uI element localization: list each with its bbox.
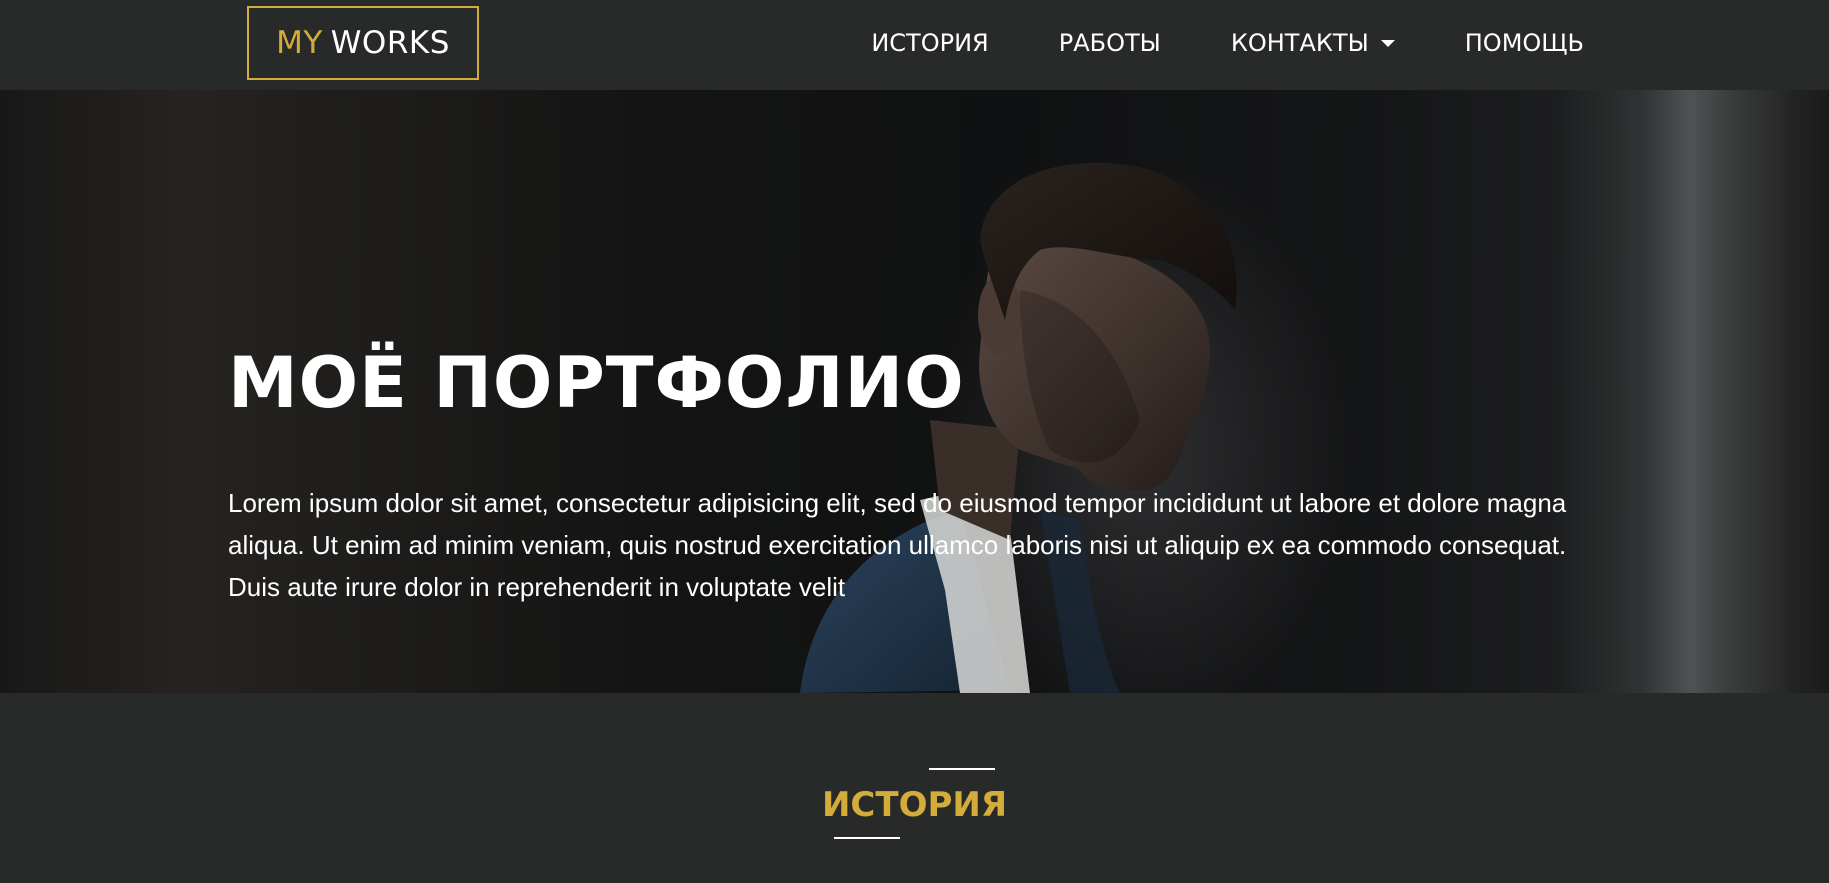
nav-item-help[interactable]: ПОМОЩЬ (1465, 29, 1584, 57)
section-title: ИСТОРИЯ (821, 785, 1008, 825)
logo[interactable]: MY WORKS (247, 6, 479, 80)
nav-menu: ИСТОРИЯ РАБОТЫ КОНТАКТЫ ПОМОЩЬ (871, 0, 1584, 86)
hero-title: МОЁ ПОРТФОЛИО (228, 342, 965, 424)
logo-my-text: MY (276, 25, 323, 61)
nav-item-help-label: ПОМОЩЬ (1464, 29, 1584, 57)
nav-item-history-label: ИСТОРИЯ (871, 29, 989, 57)
section-divider-bottom (834, 837, 900, 839)
nav-item-contacts-label: КОНТАКТЫ (1230, 29, 1369, 57)
hero-description: Lorem ipsum dolor sit amet, consectetur … (228, 488, 1567, 602)
logo-works-text: WORKS (330, 25, 450, 61)
nav-item-works[interactable]: РАБОТЫ (1059, 29, 1161, 57)
nav-item-works-label: РАБОТЫ (1058, 29, 1161, 57)
navbar: MY WORKS ИСТОРИЯ РАБОТЫ КОНТАКТЫ ПОМОЩЬ (0, 0, 1829, 90)
section-divider-top (929, 768, 995, 770)
hero-section: МОЁ ПОРТФОЛИО Lorem ipsum dolor sit amet… (0, 90, 1829, 693)
history-section: ИСТОРИЯ (0, 693, 1829, 883)
caret-down-icon[interactable] (1380, 39, 1395, 47)
nav-item-contacts[interactable]: КОНТАКТЫ (1231, 29, 1395, 57)
nav-item-history[interactable]: ИСТОРИЯ (871, 29, 988, 57)
